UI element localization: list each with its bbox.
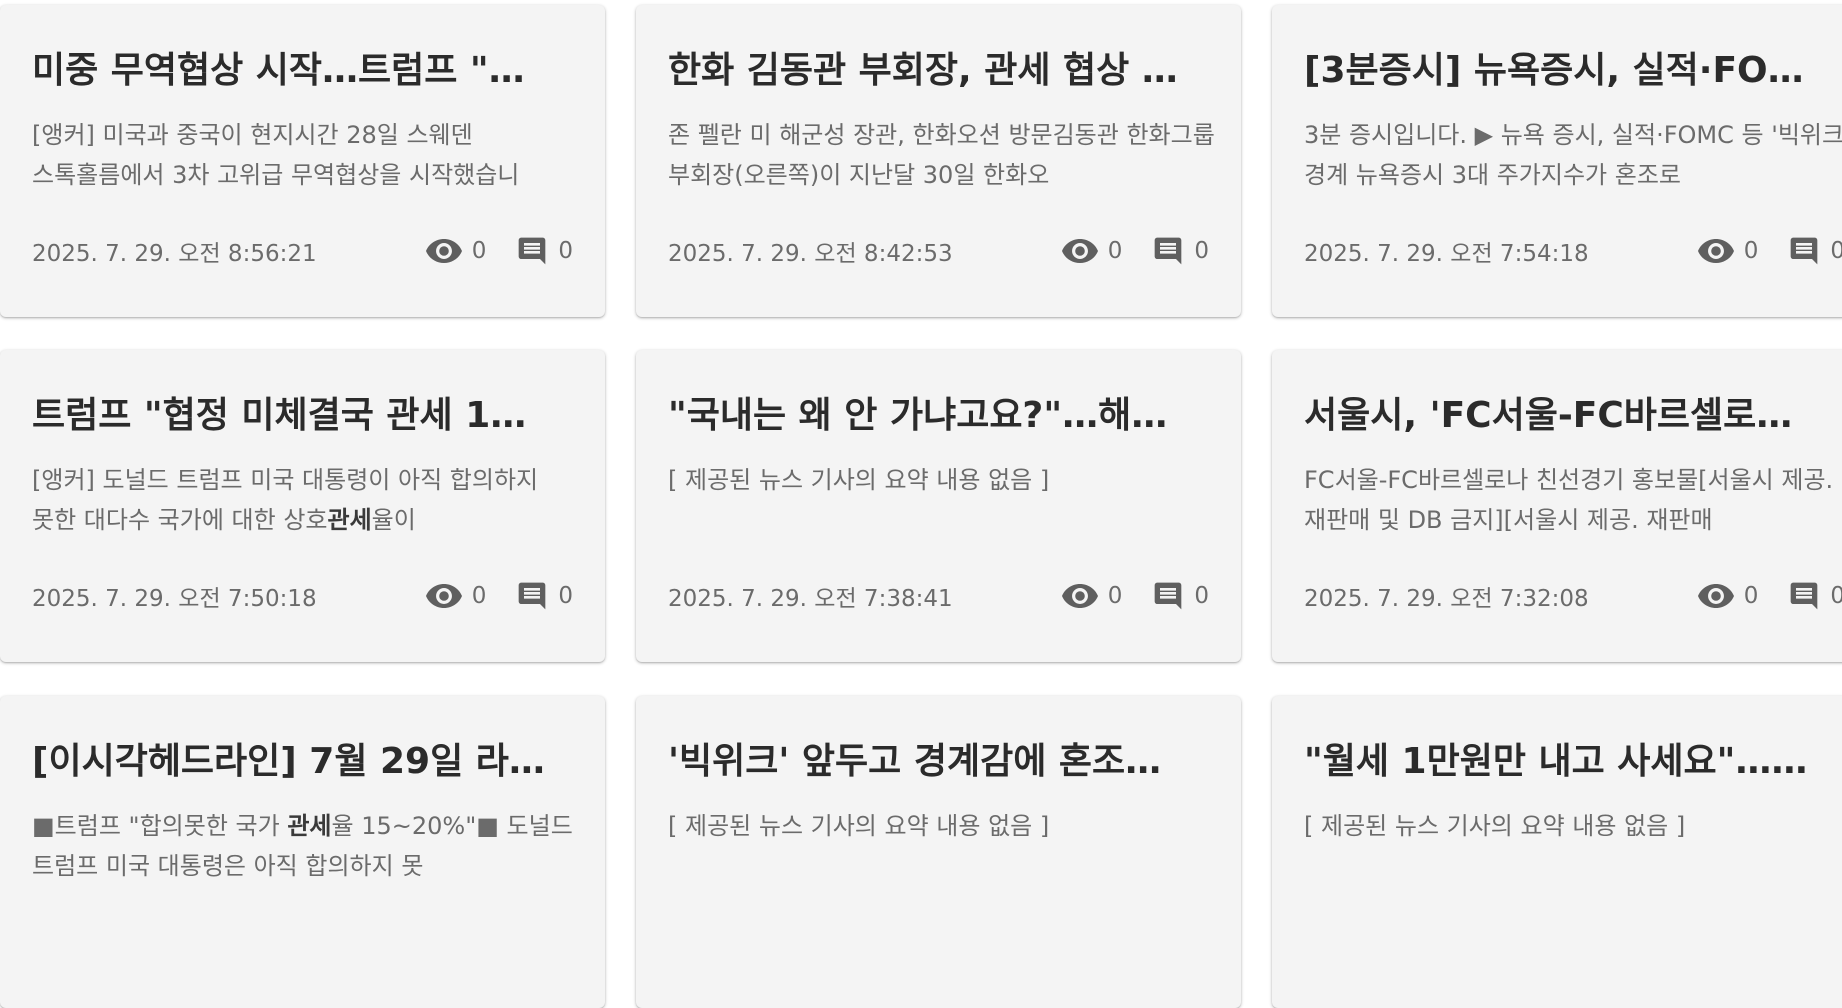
comment-count-value: 0: [1194, 583, 1209, 609]
card-title[interactable]: 한화 김동관 부회장, 관세 협상 …: [668, 45, 1204, 97]
view-count: 0: [1697, 583, 1759, 609]
comment-icon: [1788, 580, 1820, 612]
card-summary: [앵커] 도널드 트럼프 미국 대통령이 아직 합의하지 못한 대다수 국가에 …: [32, 460, 580, 540]
view-count: 0: [425, 583, 487, 609]
comment-icon: [516, 580, 548, 612]
card-date: 2025. 7. 29. 오전 7:54:18: [1304, 241, 1589, 267]
view-count-value: 0: [1107, 238, 1123, 264]
comment-count: 0: [516, 235, 573, 267]
news-card[interactable]: "국내는 왜 안 가냐고요?"…해… [ 제공된 뉴스 기사의 요약 내용 없음…: [636, 350, 1241, 662]
comment-count: 0: [1788, 235, 1842, 267]
card-summary: [ 제공된 뉴스 기사의 요약 내용 없음 ]: [668, 806, 1216, 846]
card-title[interactable]: [이시각헤드라인] 7월 29일 라…: [32, 736, 568, 788]
news-card[interactable]: "월세 1만원만 내고 사세요"…… [ 제공된 뉴스 기사의 요약 내용 없음…: [1272, 696, 1842, 1008]
view-count-value: 0: [471, 238, 487, 264]
eye-icon: [1061, 239, 1098, 263]
comment-count: 0: [1152, 235, 1209, 267]
comment-icon: [1152, 235, 1184, 267]
eye-icon: [1061, 584, 1098, 608]
card-summary: [ 제공된 뉴스 기사의 요약 내용 없음 ]: [1304, 806, 1842, 846]
card-summary: ■트럼프 "합의못한 국가 관세율 15~20%"■ 도널드 트럼프 미국 대통…: [32, 806, 580, 886]
view-count: 0: [425, 238, 487, 264]
comment-count: 0: [1788, 580, 1842, 612]
card-title[interactable]: "월세 1만원만 내고 사세요"……: [1304, 736, 1840, 788]
card-title[interactable]: 서울시, 'FC서울-FC바르셀로…: [1304, 390, 1840, 442]
card-footer: 2025. 7. 29. 오전 7:50:18 0 0: [32, 576, 573, 616]
comment-count-value: 0: [1194, 238, 1209, 264]
card-title[interactable]: 트럼프 "협정 미체결국 관세 1…: [32, 390, 568, 442]
news-card[interactable]: '빅위크' 앞두고 경계감에 혼조… [ 제공된 뉴스 기사의 요약 내용 없음…: [636, 696, 1241, 1008]
comment-count-value: 0: [558, 583, 573, 609]
card-footer: 2025. 7. 29. 오전 8:42:53 0 0: [668, 231, 1209, 271]
view-count: 0: [1061, 238, 1123, 264]
summary-text: [앵커] 미국과 중국이 현지시간 28일 스웨덴 스톡홀름에서 3차 고위급 …: [32, 121, 520, 189]
card-footer: 2025. 7. 29. 오전 8:56:21 0 0: [32, 231, 573, 271]
comment-icon: [1152, 580, 1184, 612]
card-summary: [ 제공된 뉴스 기사의 요약 내용 없음 ]: [668, 460, 1216, 500]
view-count: 0: [1697, 238, 1759, 264]
eye-icon: [1697, 239, 1734, 263]
summary-text: [ 제공된 뉴스 기사의 요약 내용 없음 ]: [668, 466, 1050, 494]
comment-icon: [516, 235, 548, 267]
summary-highlight: 관세: [327, 506, 372, 534]
eye-icon: [425, 584, 462, 608]
view-count-value: 0: [1107, 583, 1123, 609]
news-card[interactable]: [3분증시] 뉴욕증시, 실적·FO… 3분 증시입니다. ▶ 뉴욕 증시, 실…: [1272, 5, 1842, 317]
card-title[interactable]: '빅위크' 앞두고 경계감에 혼조…: [668, 736, 1204, 788]
card-footer: 2025. 7. 29. 오전 7:54:18 0 0: [1304, 231, 1842, 271]
summary-text: 3분 증시입니다. ▶ 뉴욕 증시, 실적·FOMC 등 '빅위크' 경계 뉴욕…: [1304, 121, 1842, 189]
card-date: 2025. 7. 29. 오전 7:32:08: [1304, 586, 1589, 612]
news-card[interactable]: 미중 무역협상 시작…트럼프 "… [앵커] 미국과 중국이 현지시간 28일 …: [0, 5, 605, 317]
news-card[interactable]: 트럼프 "협정 미체결국 관세 1… [앵커] 도널드 트럼프 미국 대통령이 …: [0, 350, 605, 662]
news-card[interactable]: 서울시, 'FC서울-FC바르셀로… FC서울-FC바르셀로나 친선경기 홍보물…: [1272, 350, 1842, 662]
comment-icon: [1788, 235, 1820, 267]
comment-count-value: 0: [1830, 583, 1842, 609]
summary-text: 존 펠란 미 해군성 장관, 한화오션 방문김동관 한화그룹 부회장(오른쪽)이…: [668, 121, 1215, 189]
summary-text: ■트럼프 "합의못한 국가: [32, 812, 288, 840]
card-summary: 존 펠란 미 해군성 장관, 한화오션 방문김동관 한화그룹 부회장(오른쪽)이…: [668, 115, 1216, 195]
card-date: 2025. 7. 29. 오전 8:56:21: [32, 241, 317, 267]
card-footer: 2025. 7. 29. 오전 7:32:08 0 0: [1304, 576, 1842, 616]
news-card[interactable]: 한화 김동관 부회장, 관세 협상 … 존 펠란 미 해군성 장관, 한화오션 …: [636, 5, 1241, 317]
card-summary: 3분 증시입니다. ▶ 뉴욕 증시, 실적·FOMC 등 '빅위크' 경계 뉴욕…: [1304, 115, 1842, 195]
card-summary: [앵커] 미국과 중국이 현지시간 28일 스웨덴 스톡홀름에서 3차 고위급 …: [32, 115, 580, 195]
summary-highlight: 관세: [287, 812, 332, 840]
view-count-value: 0: [471, 583, 487, 609]
eye-icon: [1697, 584, 1734, 608]
card-date: 2025. 7. 29. 오전 8:42:53: [668, 241, 953, 267]
comment-count-value: 0: [1830, 238, 1842, 264]
view-count-value: 0: [1743, 583, 1759, 609]
eye-icon: [425, 239, 462, 263]
comment-count: 0: [516, 580, 573, 612]
card-date: 2025. 7. 29. 오전 7:38:41: [668, 586, 953, 612]
summary-text: [ 제공된 뉴스 기사의 요약 내용 없음 ]: [668, 812, 1050, 840]
summary-text: [ 제공된 뉴스 기사의 요약 내용 없음 ]: [1304, 812, 1686, 840]
news-card-grid: 미중 무역협상 시작…트럼프 "… [앵커] 미국과 중국이 현지시간 28일 …: [0, 0, 1842, 1008]
summary-text: [앵커] 도널드 트럼프 미국 대통령이 아직 합의하지 못한 대다수 국가에 …: [32, 466, 539, 534]
card-title[interactable]: 미중 무역협상 시작…트럼프 "…: [32, 45, 568, 97]
summary-text: 율이: [371, 506, 416, 534]
card-summary: FC서울-FC바르셀로나 친선경기 홍보물[서울시 제공. 재판매 및 DB 금…: [1304, 460, 1842, 540]
view-count: 0: [1061, 583, 1123, 609]
comment-count: 0: [1152, 580, 1209, 612]
card-footer: 2025. 7. 29. 오전 7:38:41 0 0: [668, 576, 1209, 616]
card-title[interactable]: "국내는 왜 안 가냐고요?"…해…: [668, 390, 1204, 442]
view-count-value: 0: [1743, 238, 1759, 264]
comment-count-value: 0: [558, 238, 573, 264]
summary-text: FC서울-FC바르셀로나 친선경기 홍보물[서울시 제공. 재판매 및 DB 금…: [1304, 466, 1834, 534]
card-title[interactable]: [3분증시] 뉴욕증시, 실적·FO…: [1304, 45, 1840, 97]
card-date: 2025. 7. 29. 오전 7:50:18: [32, 586, 317, 612]
news-card[interactable]: [이시각헤드라인] 7월 29일 라… ■트럼프 "합의못한 국가 관세율 15…: [0, 696, 605, 1008]
